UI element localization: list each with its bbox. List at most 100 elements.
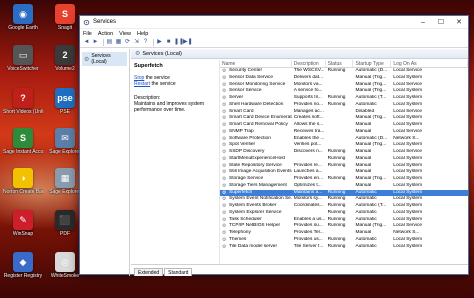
service-status: Running	[327, 203, 346, 208]
service-startup-type: Automatic	[355, 101, 377, 107]
service-name: ⚙ Telephony	[220, 230, 292, 237]
toolbar-divider	[103, 39, 104, 46]
start-service-icon[interactable]: ▶	[156, 39, 163, 46]
table-row[interactable]: ⚙ Storage Service Provides en... Running Man…	[220, 176, 468, 183]
table-row[interactable]: ⚙ State Repository Service Provides re... R…	[220, 163, 468, 170]
title-bar[interactable]: Services – ☐ ✕	[80, 16, 468, 29]
table-row[interactable]: ⚙ Sensor Data Service Delivers dat... Manua…	[220, 75, 468, 82]
explorer-icon: ✉	[55, 128, 75, 148]
gear-icon: ⚙	[222, 203, 227, 209]
table-row[interactable]: ⚙ Software Protection Enables the ... Autom…	[220, 136, 468, 143]
service-name: ⚙ Superfetch	[220, 190, 292, 197]
table-row[interactable]: ⚙ Themes Provides us... Running Automatic Loc…	[220, 237, 468, 244]
back-arrow-icon[interactable]: ◄	[83, 39, 90, 46]
table-row[interactable]: ⚙ Sensor Service A service fo... Manual (Tr…	[220, 88, 468, 95]
service-name-text: Tile Data model server	[229, 243, 278, 249]
service-log-on-as: Network S...	[393, 135, 420, 141]
restart-service-icon[interactable]: ▶❚	[183, 39, 193, 46]
minimize-button[interactable]: –	[414, 16, 432, 29]
table-row[interactable]: ⚙ StartMenuExperienceHost Running Manual Loc…	[220, 156, 468, 163]
table-row[interactable]: ⚙ System Explorer Service Running Automatic…	[220, 210, 468, 217]
desktop-icon-label: Short Videos (Unlimited)	[3, 109, 43, 115]
table-row[interactable]: ⚙ Task Scheduler Enables a us... Running Aut…	[220, 217, 468, 224]
tab-extended[interactable]: Extended	[134, 268, 164, 276]
table-row[interactable]: ⚙ Smart Card Removal Policy Allows the s..…	[220, 122, 468, 129]
gear-icon: ⚙	[222, 189, 227, 196]
tree-item-services-local[interactable]: ⚙ Services (Local)	[82, 52, 127, 66]
maximize-button[interactable]: ☐	[432, 16, 450, 29]
menu-file[interactable]: File	[83, 31, 92, 37]
desktop-icon[interactable]: ✎ WinSnap	[3, 210, 43, 237]
service-startup-type: Manual	[355, 149, 372, 154]
service-status	[326, 115, 354, 122]
services-list[interactable]: Name Description Status Startup Type Log…	[219, 60, 468, 264]
column-header-startup-type[interactable]: Startup Type	[353, 60, 392, 67]
service-name: ⚙ Shell Hardware Detection	[220, 102, 292, 109]
description-pane: Superfetch Stop the service Restart the …	[131, 60, 217, 264]
table-row[interactable]: ⚙ Shell Hardware Detection Provides no... R…	[220, 102, 468, 109]
help-icon[interactable]: ?	[142, 39, 149, 46]
service-name: ⚙ System Events Broker	[220, 203, 292, 210]
desktop-icon[interactable]: ▭ VoiceSwitcher	[3, 45, 43, 72]
table-row[interactable]: ⚙ Security Center The WSCSV... Running Autom…	[220, 68, 468, 75]
menu-help[interactable]: Help	[137, 31, 148, 37]
forward-arrow-icon[interactable]: ►	[92, 39, 99, 46]
desktop-icon[interactable]: SSage Instant Accounts	[3, 128, 43, 155]
table-row[interactable]: ⚙ SNMP Trap Receives tra... Manual Local Ser…	[220, 129, 468, 136]
service-name-text: Storage Service	[229, 176, 264, 181]
restart-link[interactable]: Restart	[134, 81, 150, 87]
table-row[interactable]: ⚙ Server Supports fil... Running Automatic (…	[220, 95, 468, 102]
toolbar: ◄ ► ▤ ▦ ⟳ ⇲ ? ▶ ■ ❚❚ ▶❚	[80, 38, 468, 48]
stop-service-icon[interactable]: ■	[165, 39, 172, 46]
table-row[interactable]: ⚙ Superfetch Maintains a... Running Automati…	[220, 189, 468, 197]
table-row[interactable]: ⚙ Smart Card Device Enumerati... Creates s…	[220, 115, 468, 122]
table-row[interactable]: ⚙ TCP/IP NetBIOS Helper Provides su... Runn…	[220, 223, 468, 230]
table-row[interactable]: ⚙ Sensor Monitoring Service Monitors va...…	[220, 82, 468, 89]
refresh-icon[interactable]: ⟳	[124, 39, 131, 46]
desktop-icon[interactable]: ◉ Google Earth	[3, 4, 43, 31]
table-row[interactable]: ⚙ Spot Verifier Verifies pot... Manual (Tri…	[220, 142, 468, 149]
table-row[interactable]: ⚙ Smart Card Manages ac... Disabled Local Se…	[220, 109, 468, 116]
service-description: Discovers n...	[293, 149, 323, 154]
service-log-on-as: Local System	[393, 243, 423, 249]
table-row[interactable]: ⚙ SSDP Discovery Discovers n... Running Manu…	[220, 149, 468, 156]
list-rows: ⚙ Security Center The WSCSV... Running Autom…	[220, 68, 468, 250]
table-row[interactable]: ⚙ Telephony Provides Tel... Manual Network S…	[220, 230, 468, 237]
menu-action[interactable]: Action	[98, 31, 113, 37]
service-description: Provides Tel...	[293, 230, 324, 235]
table-row[interactable]: ⚙ Still Image Acquisition Events Launches …	[220, 169, 468, 176]
table-row[interactable]: ⚙ System Event Notification Se... Monitors…	[220, 196, 468, 203]
column-header-status[interactable]: Status	[326, 60, 354, 67]
console-tree-icon[interactable]: ▤	[106, 39, 113, 46]
close-button[interactable]: ✕	[450, 16, 468, 29]
registry-icon: ◆	[13, 252, 33, 272]
services-window[interactable]: Services – ☐ ✕ File Action View Help ◄ ►…	[79, 15, 469, 276]
service-name-text: System Events Broker	[229, 203, 277, 208]
gear-icon: ⚙	[222, 230, 227, 236]
properties-icon[interactable]: ▦	[115, 39, 122, 46]
service-startup-type: Automatic (T...	[355, 95, 387, 100]
table-row[interactable]: ⚙ Tile Data model server Tile Server f... R…	[220, 244, 468, 251]
service-name: ⚙ Smart Card Device Enumerati...	[220, 115, 292, 122]
export-list-icon[interactable]: ⇲	[133, 39, 140, 46]
service-status: Running	[327, 162, 346, 168]
pause-service-icon[interactable]: ❚❚	[174, 39, 184, 46]
menu-view[interactable]: View	[119, 31, 131, 37]
desktop-icon[interactable]: ◆ Register Registry	[3, 252, 43, 279]
column-header-description[interactable]: Description	[292, 60, 326, 67]
column-header-log-on-as[interactable]: Log On As	[391, 60, 468, 67]
service-log-on-as: Local System	[393, 209, 423, 215]
service-startup-type: Manual	[355, 230, 372, 235]
service-description: Allows the s...	[293, 122, 324, 127]
desktop-icon[interactable]: ◑Norton Create Back-up	[3, 168, 43, 195]
gear-icon: ⚙	[222, 169, 227, 176]
window-title: Services	[93, 19, 117, 25]
tab-standard[interactable]: Standard	[164, 268, 193, 276]
gear-icon: ⚙	[222, 128, 227, 135]
service-description: A service fo...	[293, 88, 323, 94]
table-row[interactable]: ⚙ Storage Tiers Management Optimizes t... M…	[220, 183, 468, 190]
table-row[interactable]: ⚙ System Events Broker Coordinates... Runni…	[220, 203, 468, 210]
service-name-text: StartMenuExperienceHost	[229, 155, 285, 161]
desktop-icon[interactable]: ?Short Videos (Unlimited)	[3, 88, 43, 115]
column-header-name[interactable]: Name	[220, 60, 292, 67]
